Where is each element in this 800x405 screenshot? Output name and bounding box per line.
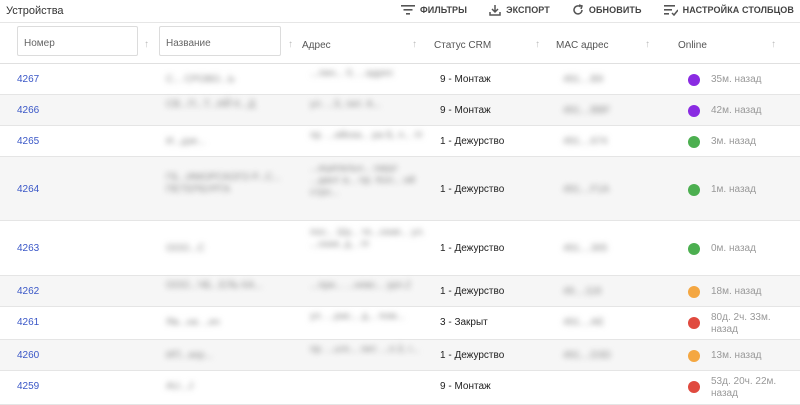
crm-column-header[interactable]: Статус CRM <box>434 40 491 51</box>
address-sort-icon[interactable]: ↑ <box>412 39 417 50</box>
device-number-link[interactable]: 4260 <box>17 350 39 362</box>
table-row[interactable]: 4259 AU...J 9 - Монтаж 53д. 20ч. 22м. на… <box>0 371 800 405</box>
crm-status: 9 - Монтаж <box>440 105 491 116</box>
device-name-link[interactable]: ГБ...ИМОРСКОГО Р...С... ПЕТЕРБУРГА <box>166 172 296 196</box>
device-address: ...при... ...невс... урп.2 <box>310 280 411 291</box>
device-name-link[interactable]: ООО...С <box>166 243 296 255</box>
device-number-link[interactable]: 4264 <box>17 184 39 196</box>
device-address: ул. ...рас... д... пом... <box>310 311 405 322</box>
crm-status: 3 - Закрыт <box>440 317 488 328</box>
address-column-header[interactable]: Адрес <box>302 40 331 51</box>
crm-sort-icon[interactable]: ↑ <box>535 39 540 50</box>
last-online: 53д. 20ч. 22м. назад <box>711 376 777 399</box>
crm-status: 1 - Дежурство <box>440 350 505 361</box>
crm-status: 1 - Дежурство <box>440 136 505 147</box>
table-row[interactable]: 4262 ООО...ЧБ...ЕЛЬ КА... ...при... ...н… <box>0 276 800 307</box>
mac-sort-icon[interactable]: ↑ <box>645 39 650 50</box>
device-number-link[interactable]: 4261 <box>17 317 39 329</box>
number-filter-input[interactable]: Номер <box>17 26 138 56</box>
number-sort-icon[interactable]: ↑ <box>144 39 149 50</box>
device-name-link[interactable]: И...дзе... <box>166 136 296 148</box>
device-address: пр. ...ьте... лит. ...п.3, г... <box>310 344 420 355</box>
mac-column-header[interactable]: MAC адрес <box>556 40 609 51</box>
device-name-link[interactable]: Яв...на ...ич <box>166 317 296 329</box>
device-number-link[interactable]: 4266 <box>17 105 39 117</box>
refresh-label: ОБНОВИТЬ <box>588 5 642 15</box>
mac-address: 491....365 <box>563 243 608 254</box>
mac-address: 491....F1A <box>563 184 610 195</box>
online-status-dot <box>688 136 700 148</box>
online-status-dot <box>688 350 700 362</box>
crm-status: 1 - Дежурство <box>440 243 505 254</box>
filters-label: ФИЛЬТРЫ <box>420 5 468 15</box>
last-online: 0м. назад <box>711 243 756 254</box>
export-label: ЭКСПОРТ <box>506 5 550 15</box>
mac-address: 49....118 <box>563 286 602 297</box>
last-online: 3м. назад <box>711 136 756 147</box>
online-status-dot <box>688 317 700 329</box>
last-online: 35м. назад <box>711 74 762 85</box>
device-address: ул. ...5, лит. А... <box>310 99 382 110</box>
device-name-link[interactable]: ИП...кер... <box>166 350 296 362</box>
table-header: Номер ↑ Название ↑ Адрес ↑ Статус CRM ↑ … <box>0 23 800 64</box>
last-online: 18м. назад <box>711 286 762 297</box>
device-number-link[interactable]: 4259 <box>17 381 39 393</box>
device-name-link[interactable]: СВ...П...Т...ИЙ К...Д <box>166 99 296 111</box>
last-online: 1м. назад <box>711 184 756 195</box>
device-name-link[interactable]: ООО...ЧБ...ЕЛЬ КА... <box>166 280 296 292</box>
crm-status: 9 - Монтаж <box>440 74 491 85</box>
filter-icon <box>401 5 416 15</box>
mac-address: 491....AE <box>563 317 605 328</box>
column-settings-button[interactable]: НАСТРОЙКА СТОЛБЦОВ <box>663 4 794 16</box>
refresh-button[interactable]: ОБНОВИТЬ <box>572 4 642 16</box>
column-settings-label: НАСТРОЙКА СТОЛБЦОВ <box>682 5 794 15</box>
device-number-link[interactable]: 4267 <box>17 74 39 86</box>
table-row[interactable]: 4267 С... СРОВО...Ь ...лин... 0, ...адре… <box>0 64 800 95</box>
table-row[interactable]: 4266 СВ...П...Т...ИЙ К...Д ул. ...5, лит… <box>0 95 800 126</box>
mac-address: 491....674 <box>563 136 608 147</box>
last-online: 42м. назад <box>711 105 762 116</box>
page-title: Устройства <box>6 5 64 17</box>
crm-status: 1 - Дежурство <box>440 286 505 297</box>
device-name-link[interactable]: С... СРОВО...Ь <box>166 74 296 86</box>
online-status-dot <box>688 74 700 86</box>
online-sort-icon[interactable]: ↑ <box>771 39 776 50</box>
filters-button[interactable]: ФИЛЬТРЫ <box>401 4 467 16</box>
mac-address: 491....D3D <box>563 350 611 361</box>
download-icon <box>489 5 501 16</box>
name-sort-icon[interactable]: ↑ <box>288 39 293 50</box>
toolbar: Устройства ФИЛЬТРЫ ЭКСПОРТ ОБНОВИТЬ НАСТ… <box>0 0 800 23</box>
device-number-link[interactable]: 4262 <box>17 286 39 298</box>
last-online: 80д. 2ч. 33м. назад <box>711 312 771 335</box>
export-button[interactable]: ЭКСПОРТ <box>489 4 550 16</box>
device-address: ...иципальн... округ ...дант а... пр. Ко… <box>310 163 416 198</box>
table-row[interactable]: 4265 И...дзе... пр. ...ийска... ра Б, п.… <box>0 126 800 157</box>
online-column-header[interactable]: Online <box>678 40 707 51</box>
mac-address: 491....B9 <box>563 74 604 85</box>
crm-status: 1 - Дежурство <box>440 184 505 195</box>
table-row[interactable]: 4264 ГБ...ИМОРСКОГО Р...С... ПЕТЕРБУРГА … <box>0 157 800 221</box>
last-online: 13м. назад <box>711 350 762 361</box>
device-address: пос... Шу... те...ская... ул. ...ская, д… <box>310 227 425 250</box>
online-status-dot <box>688 381 700 393</box>
table-row[interactable]: 4261 Яв...на ...ич ул. ...рас... д... по… <box>0 307 800 340</box>
device-number-link[interactable]: 4265 <box>17 136 39 148</box>
name-filter-input[interactable]: Название <box>159 26 281 56</box>
columns-settings-icon <box>663 4 678 16</box>
device-address: пр. ...ийска... ра Б, п... Н <box>310 130 423 141</box>
online-status-dot <box>688 286 700 298</box>
toolbar-actions: ФИЛЬТРЫ ЭКСПОРТ ОБНОВИТЬ НАСТРОЙКА СТОЛБ… <box>379 4 794 16</box>
device-name-link[interactable]: AU...J <box>166 381 296 393</box>
refresh-icon <box>573 4 583 15</box>
device-number-link[interactable]: 4263 <box>17 243 39 255</box>
table-row[interactable]: 4260 ИП...кер... пр. ...ьте... лит. ...п… <box>0 340 800 371</box>
online-status-dot <box>688 105 700 117</box>
crm-status: 9 - Монтаж <box>440 381 491 392</box>
table-row[interactable]: 4263 ООО...С пос... Шу... те...ская... у… <box>0 221 800 276</box>
mac-address: 491....BBF <box>563 105 611 116</box>
device-address: ...лин... 0, ...адрес <box>310 68 394 79</box>
online-status-dot <box>688 243 700 255</box>
online-status-dot <box>688 184 700 196</box>
